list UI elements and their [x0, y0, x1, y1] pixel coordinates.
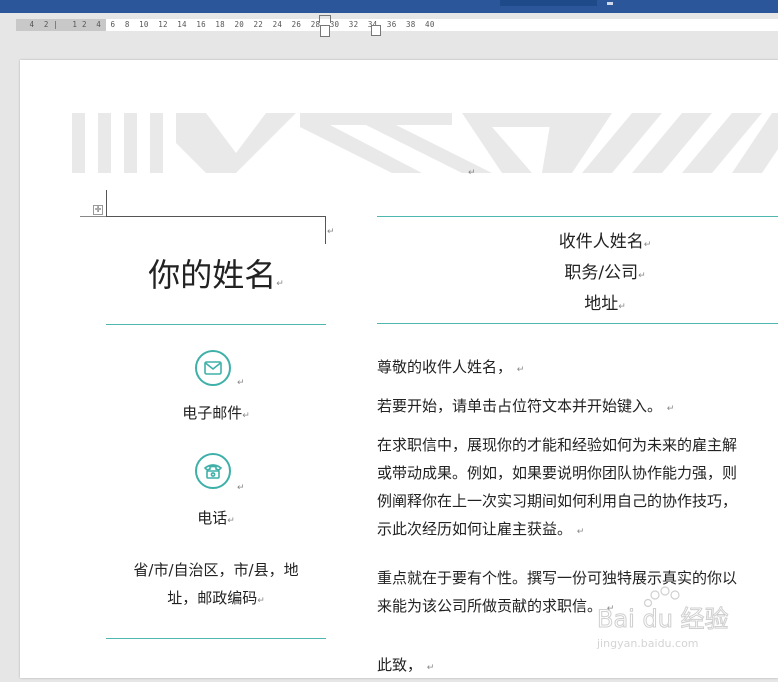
divider-line: [106, 324, 326, 325]
divider-line: [106, 638, 326, 639]
table-move-handle-icon[interactable]: ✛: [93, 205, 103, 215]
letter-paragraph: 若要开始，请单击占位符文本并开始键入。 ↵: [377, 397, 675, 415]
letter-paragraph-line: 例阐释你在上一次实习期间如何利用自己的协作技巧，: [377, 492, 738, 510]
paragraph-mark-icon: ↵: [327, 227, 335, 237]
telephone-icon: [195, 453, 231, 489]
cell-border: [80, 216, 106, 217]
address-block[interactable]: 省/市/自治区，市/县，地 址，邮政编码↵: [106, 556, 326, 615]
document-page[interactable]: ↵ ✛ ↵ 你的姓名↵ ↵ 电子邮件↵ ↵ 电话↵ 省/市/自治区，市/县，地 …: [20, 60, 778, 678]
address-line: 址，邮政编码↵: [167, 589, 265, 607]
cell-border: [106, 190, 107, 216]
ribbon-tab-indicator[interactable]: [500, 0, 597, 6]
left-indent-marker[interactable]: [320, 25, 330, 37]
letter-paragraph-line: 示此次经历如何让雇主获益。 ↵: [377, 520, 585, 538]
title-bar: [0, 0, 778, 13]
horizontal-ruler[interactable]: 4 2 | 1 2 4 6 8 10 12 14 16 18 20 22 24 …: [0, 13, 778, 38]
letter-paragraph-line: 来能为该公司所做贡献的求职信。 ↵: [377, 597, 615, 615]
right-indent-marker[interactable]: [371, 25, 381, 36]
recipient-title: 职务/公司↵: [564, 263, 646, 283]
recipient-address: 地址↵: [584, 294, 626, 314]
watermark-brand: Bai du 经验: [597, 605, 729, 633]
paragraph-mark-icon: ↵: [237, 483, 245, 493]
recipient-name: 收件人姓名↵: [558, 232, 652, 252]
first-line-indent-marker[interactable]: [319, 15, 331, 23]
paragraph-mark-icon: ↵: [468, 168, 476, 178]
cell-border: [325, 216, 326, 244]
envelope-icon: [195, 350, 231, 386]
phone-label[interactable]: 电话↵: [106, 507, 326, 528]
cell-border: [106, 216, 326, 217]
ribbon-indicator-dot: [607, 2, 613, 5]
recipient-block[interactable]: 收件人姓名↵ 职务/公司↵ 地址↵: [377, 228, 778, 321]
your-name-heading[interactable]: 你的姓名↵: [106, 250, 326, 296]
baidu-watermark: Bai du 经验 jingyan.baidu.com: [596, 586, 729, 650]
watermark-url: jingyan.baidu.com: [596, 637, 699, 650]
letter-greeting: 尊敬的收件人姓名， ↵: [377, 358, 525, 376]
letter-paragraph-line: 或带动成果。例如，如果要说明你团队协作能力强，则: [377, 464, 738, 482]
email-label[interactable]: 电子邮件↵: [106, 402, 326, 423]
divider-line: [377, 323, 778, 324]
paragraph-mark-icon: ↵: [237, 378, 245, 388]
divider-line: [377, 216, 778, 217]
letter-paragraph-line: 在求职信中，展现你的才能和经验如何为未来的雇主解: [377, 436, 738, 454]
decorative-banner: [72, 113, 778, 173]
address-line: 省/市/自治区，市/县，地: [133, 561, 299, 579]
